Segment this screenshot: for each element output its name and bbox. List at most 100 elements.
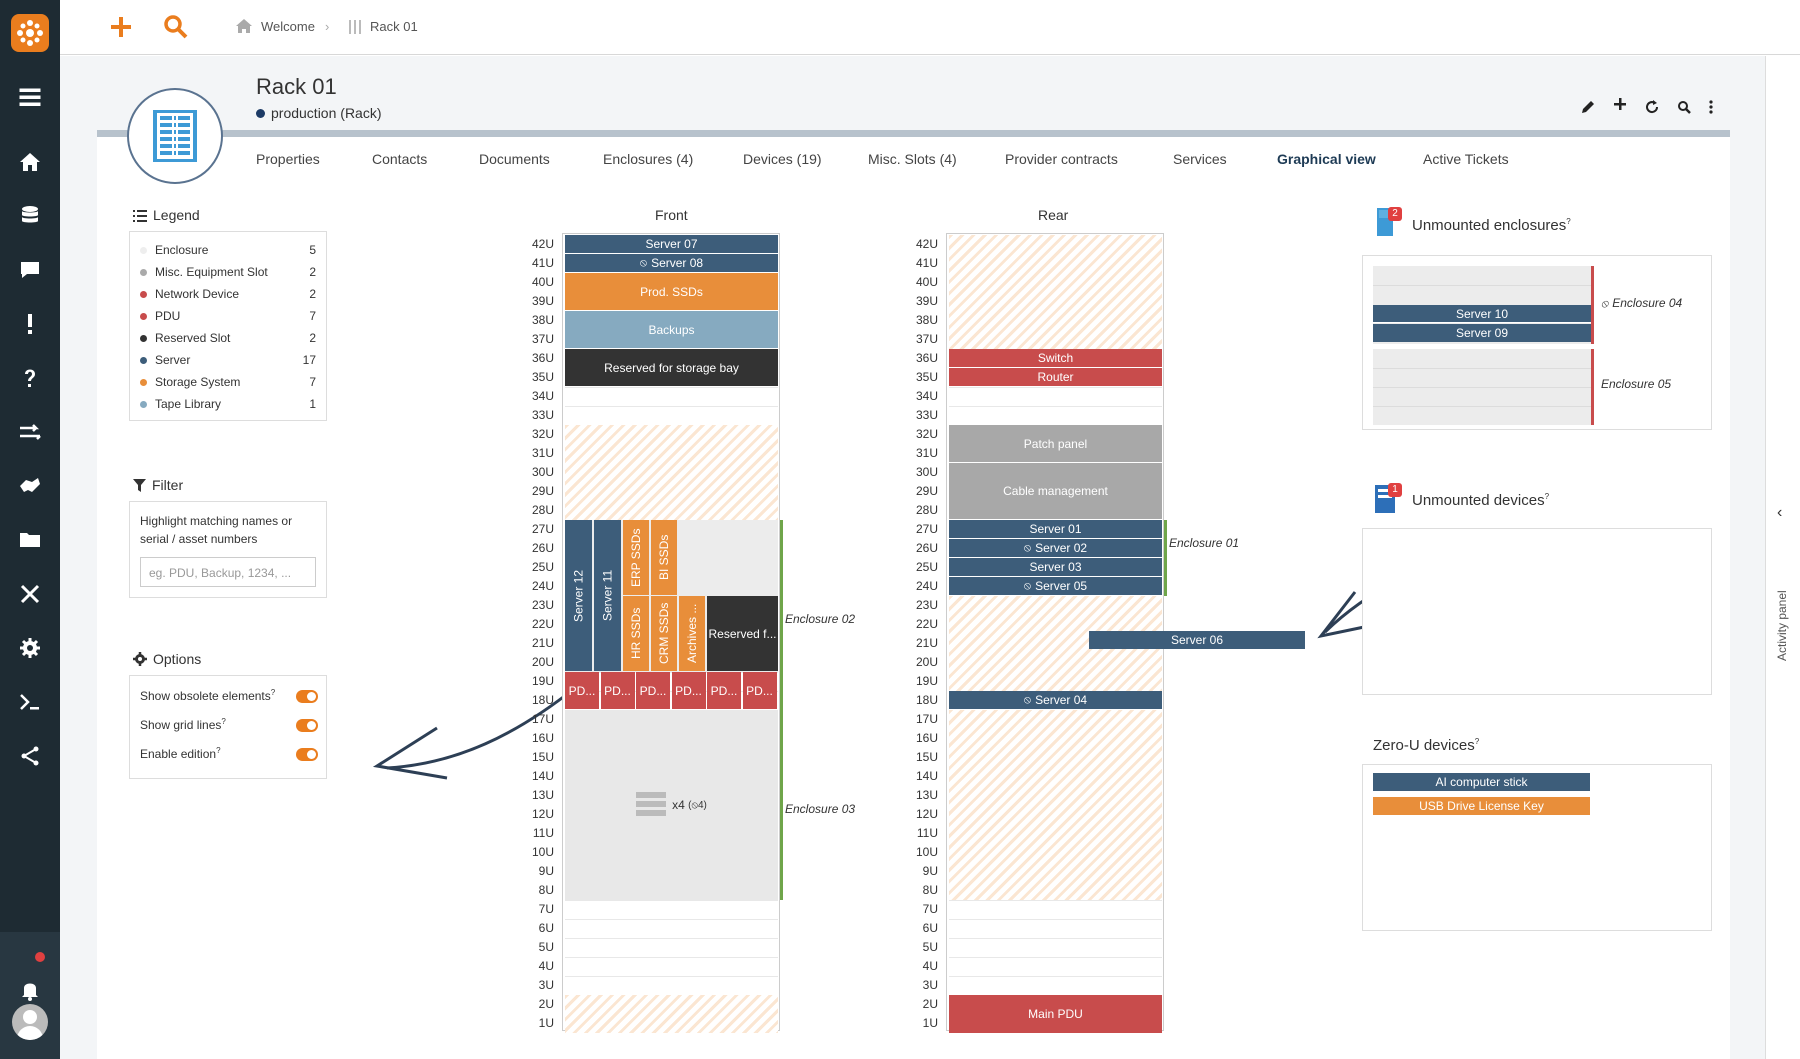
server-stack-icon xyxy=(636,791,667,819)
server-02[interactable]: ⦸ Server 02 xyxy=(949,539,1162,557)
zero-u-usb-key[interactable]: USB Drive License Key xyxy=(1373,797,1590,815)
search-object-icon[interactable] xyxy=(1677,100,1691,119)
storage-prod-ssds[interactable]: Prod. SSDs xyxy=(565,273,778,310)
tab-services[interactable]: Services xyxy=(1173,151,1227,167)
server-03[interactable]: Server 03 xyxy=(949,558,1162,576)
storage-hr-ssds[interactable]: HR SSDs xyxy=(623,596,649,671)
gear-icon[interactable] xyxy=(0,628,60,668)
tab-active-tickets[interactable]: Active Tickets xyxy=(1423,151,1509,167)
new-icon[interactable] xyxy=(1613,97,1627,116)
server-01[interactable]: Server 01 xyxy=(949,520,1162,538)
server-05[interactable]: ⦸ Server 05 xyxy=(949,577,1162,595)
server-07-label: Server 07 xyxy=(645,237,698,251)
storage-archives[interactable]: Archives ... xyxy=(679,596,705,671)
avatar[interactable] xyxy=(12,1004,48,1040)
tab-properties[interactable]: Properties xyxy=(256,151,320,167)
refresh-icon[interactable] xyxy=(1645,100,1659,119)
filter-input[interactable]: eg. PDU, Backup, 1234, ... xyxy=(140,557,316,587)
patch-panel[interactable]: Patch panel xyxy=(949,425,1162,462)
main-pdu[interactable]: Main PDU xyxy=(949,995,1162,1033)
alert-icon[interactable] xyxy=(0,304,60,344)
add-icon[interactable] xyxy=(106,12,136,42)
search-icon[interactable] xyxy=(161,12,191,42)
handshake-icon[interactable] xyxy=(0,466,60,506)
breadcrumb-home[interactable]: Welcome xyxy=(261,19,315,34)
legend-dot-icon xyxy=(140,247,147,254)
pdu-slot[interactable]: PD... xyxy=(636,672,670,709)
widget-title: Unmounted devices xyxy=(1412,492,1545,509)
tape-backups[interactable]: Backups xyxy=(565,311,778,348)
storage-bi-ssds[interactable]: BI SSDs xyxy=(651,520,677,595)
filter-hint: Highlight matching names or serial / ass… xyxy=(140,514,293,546)
cable-management[interactable]: Cable management xyxy=(949,463,1162,519)
enclosure-05-body[interactable] xyxy=(1373,349,1591,425)
grid-line xyxy=(565,406,778,407)
storage-crm-ssds[interactable]: CRM SSDs xyxy=(651,596,677,671)
filter-heading: Filter xyxy=(133,477,183,495)
chat-icon[interactable] xyxy=(0,250,60,290)
legend-count: 17 xyxy=(302,353,316,367)
terminal-icon[interactable] xyxy=(0,682,60,722)
tab-devices[interactable]: Devices (19) xyxy=(743,151,822,167)
chevron-left-icon[interactable]: ‹ xyxy=(1777,504,1782,522)
server-04-label: Server 04 xyxy=(1035,693,1088,707)
pdu-slot[interactable]: PD... xyxy=(600,672,635,709)
enclosure-04-body[interactable]: Server 10 Server 09 xyxy=(1373,266,1591,344)
folder-icon[interactable] xyxy=(0,520,60,560)
unit-label: 35U xyxy=(915,370,938,384)
toggle-show-obsolete[interactable] xyxy=(296,690,318,703)
tab-misc-slots[interactable]: Misc. Slots (4) xyxy=(868,151,957,167)
server-04[interactable]: ⦸ Server 04 xyxy=(949,691,1162,709)
tab-documents[interactable]: Documents xyxy=(479,151,550,167)
database-icon[interactable] xyxy=(0,196,60,236)
enclosure-01-marker xyxy=(1164,520,1167,596)
server-07[interactable]: Server 07 xyxy=(565,235,778,253)
server-09[interactable]: Server 09 xyxy=(1373,324,1591,342)
unit-label: 40U xyxy=(531,275,554,289)
tab-contacts[interactable]: Contacts xyxy=(372,151,427,167)
list-icon xyxy=(133,209,147,225)
tools-icon[interactable] xyxy=(0,574,60,614)
activity-panel[interactable]: ‹ Activity panel xyxy=(1765,56,1800,1059)
tab-graphical-view[interactable]: Graphical view xyxy=(1277,151,1376,167)
server-12[interactable]: Server 12 xyxy=(565,520,592,671)
unit-label: 9U xyxy=(538,864,554,878)
zero-u-ai-stick[interactable]: AI computer stick xyxy=(1373,773,1590,791)
legend-count: 7 xyxy=(309,309,316,323)
tab-provider-contracts[interactable]: Provider contracts xyxy=(1005,151,1118,167)
network-router[interactable]: Router xyxy=(949,368,1162,386)
enclosure-03[interactable]: x4 (⦸4) xyxy=(565,710,778,900)
reserved-storage-bay[interactable]: Reserved for storage bay xyxy=(565,349,778,386)
pdu-slot[interactable]: PD... xyxy=(742,672,777,709)
legend-dot-icon xyxy=(140,379,147,386)
help-icon[interactable] xyxy=(0,358,60,398)
server-11[interactable]: Server 11 xyxy=(594,520,621,671)
home-icon[interactable] xyxy=(0,142,60,182)
more-icon[interactable] xyxy=(1708,100,1714,119)
toggle-enable-edition[interactable] xyxy=(296,748,318,761)
pdu-slot[interactable]: PD... xyxy=(671,672,706,709)
breadcrumb-current[interactable]: Rack 01 xyxy=(370,19,418,34)
pdu-slot[interactable]: PD... xyxy=(565,672,599,709)
tab-enclosures[interactable]: Enclosures (4) xyxy=(603,151,693,167)
edit-icon[interactable] xyxy=(1581,100,1595,119)
unit-label: 26U xyxy=(915,541,938,555)
storage-erp-ssds[interactable]: ERP SSDs xyxy=(623,520,649,595)
pdu-slot-label: PD... xyxy=(639,683,667,698)
transfer-icon[interactable] xyxy=(0,412,60,452)
network-switch[interactable]: Switch xyxy=(949,349,1162,367)
cog-icon xyxy=(133,652,147,669)
toggle-show-grid[interactable] xyxy=(296,719,318,732)
object-status: production (Rack) xyxy=(256,105,382,121)
share-icon[interactable] xyxy=(0,736,60,776)
menu-icon[interactable] xyxy=(0,77,60,117)
app-logo[interactable] xyxy=(11,14,49,52)
legend-count: 2 xyxy=(309,331,316,345)
options-title: Options xyxy=(153,651,202,667)
pdu-slot[interactable]: PD... xyxy=(707,672,741,709)
reserved-slot-f[interactable]: Reserved f... xyxy=(707,596,778,671)
server-08[interactable]: ⦸ Server 08 xyxy=(565,254,778,272)
unit-label: 7U xyxy=(922,902,938,916)
unit-label: 23U xyxy=(531,598,554,612)
server-10[interactable]: Server 10 xyxy=(1373,305,1591,323)
